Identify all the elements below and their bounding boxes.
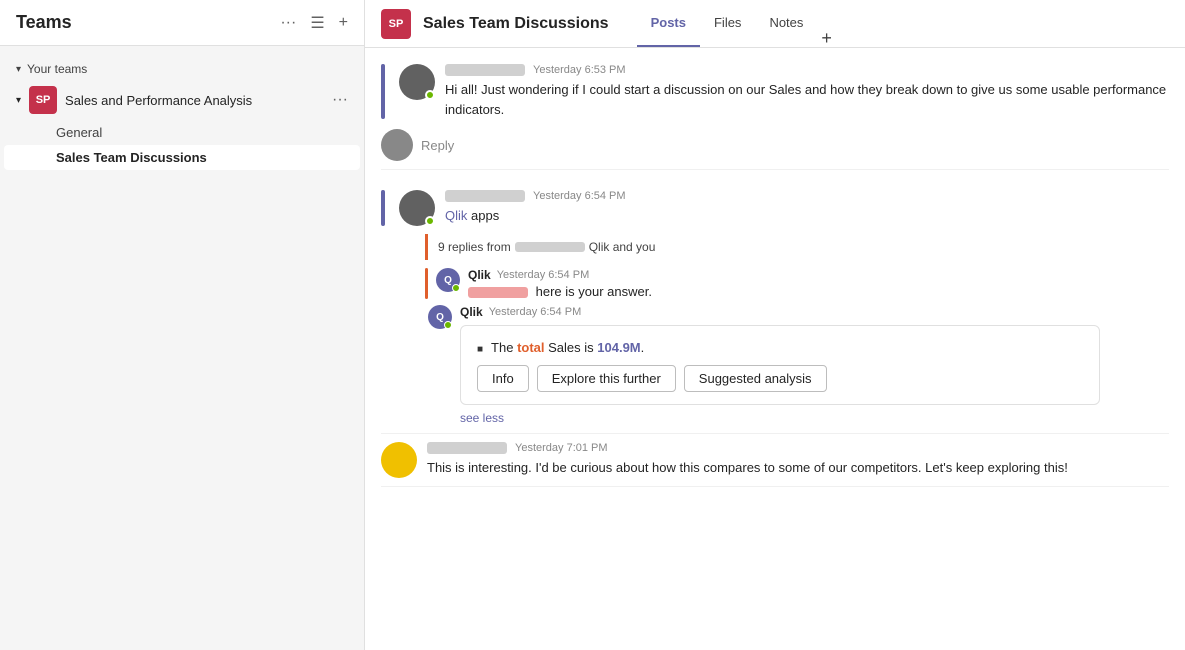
inline-avatar-wrap-1: Q bbox=[436, 268, 460, 292]
avatar-status-2 bbox=[425, 216, 435, 226]
team-avatar-sp: SP bbox=[29, 86, 57, 114]
sidebar-header: Teams ··· ☰ + bbox=[0, 0, 364, 46]
blur-text-1 bbox=[468, 287, 528, 298]
sidebar-header-icons: ··· ☰ + bbox=[280, 13, 348, 33]
message-row-1: Yesterday 6:53 PM Hi all! Just wondering… bbox=[381, 64, 1169, 119]
bottom-avatar bbox=[381, 442, 417, 478]
bottom-time: Yesterday 7:01 PM bbox=[515, 442, 608, 454]
chat-area: Yesterday 6:53 PM Hi all! Just wondering… bbox=[365, 48, 1185, 650]
replies-suffix: Qlik and you bbox=[589, 240, 656, 254]
highlight-total: total bbox=[517, 340, 544, 355]
filter-icon[interactable]: ☰ bbox=[310, 13, 324, 33]
bottom-text: This is interesting. I'd be curious abou… bbox=[427, 458, 1068, 478]
message-body-1: Yesterday 6:53 PM Hi all! Just wondering… bbox=[445, 64, 1169, 119]
channel-name: Sales Team Discussions bbox=[423, 15, 609, 33]
sidebar-content: ▾ Your teams ▾ SP Sales and Performance … bbox=[0, 46, 364, 182]
chevron-down-icon: ▾ bbox=[16, 64, 21, 75]
inline-reply-1: Q Qlik Yesterday 6:54 PM here is your an… bbox=[425, 268, 1169, 299]
your-teams-label[interactable]: ▾ Your teams bbox=[0, 58, 364, 80]
message-text-2: Qlik apps bbox=[445, 206, 1169, 226]
avatar-wrap-1 bbox=[399, 64, 435, 100]
answer-buttons: Info Explore this further Suggested anal… bbox=[477, 365, 1083, 392]
message-text-1: Hi all! Just wondering if I could start … bbox=[445, 80, 1169, 119]
sender-name-2 bbox=[445, 190, 525, 202]
channel-item-sales-team-discussions[interactable]: Sales Team Discussions bbox=[4, 145, 360, 170]
message-meta-1: Yesterday 6:53 PM bbox=[445, 64, 1169, 76]
info-button[interactable]: Info bbox=[477, 365, 529, 392]
highlight-value: 104.9M bbox=[597, 340, 640, 355]
sidebar-title: Teams bbox=[16, 12, 72, 33]
message-row-2: Yesterday 6:54 PM Qlik apps bbox=[381, 190, 1169, 226]
add-icon[interactable]: + bbox=[339, 14, 348, 32]
inline-reply-2: Q Qlik Yesterday 6:54 PM ■ The total Sal… bbox=[425, 305, 1169, 425]
channel-item-general[interactable]: General bbox=[4, 120, 360, 145]
reply-avatar bbox=[381, 129, 413, 161]
see-less-link[interactable]: see less bbox=[460, 411, 1169, 425]
inline-body-2: Qlik Yesterday 6:54 PM ■ The total Sales… bbox=[460, 305, 1169, 425]
replies-count: 9 replies from bbox=[438, 240, 511, 254]
answer-text: The total Sales is 104.9M. bbox=[491, 340, 644, 355]
inline-body-1: Qlik Yesterday 6:54 PM here is your answ… bbox=[468, 268, 1169, 299]
answer-card: ■ The total Sales is 104.9M. Info Explor… bbox=[460, 325, 1100, 405]
team-item-sp[interactable]: ▾ SP Sales and Performance Analysis ··· bbox=[4, 80, 360, 120]
message-group-1: Yesterday 6:53 PM Hi all! Just wondering… bbox=[381, 48, 1169, 170]
chevron-down-icon: ▾ bbox=[16, 95, 21, 106]
tab-notes[interactable]: Notes bbox=[755, 0, 817, 47]
inline-sender-2: Qlik bbox=[460, 305, 483, 319]
ellipsis-icon[interactable]: ··· bbox=[280, 14, 296, 32]
explore-further-button[interactable]: Explore this further bbox=[537, 365, 676, 392]
inline-meta-1: Qlik Yesterday 6:54 PM bbox=[468, 268, 1169, 282]
team-more-icon[interactable]: ··· bbox=[332, 91, 348, 109]
replies-sender-blur bbox=[515, 242, 585, 252]
reply-row-1: Reply bbox=[381, 129, 1169, 161]
message-body-2: Yesterday 6:54 PM Qlik apps bbox=[445, 190, 1169, 226]
inline-sender-1: Qlik bbox=[468, 268, 491, 282]
bottom-message-row: Yesterday 7:01 PM This is interesting. I… bbox=[381, 433, 1169, 478]
topbar: SP Sales Team Discussions Posts Files No… bbox=[365, 0, 1185, 48]
inline-time-1: Yesterday 6:54 PM bbox=[497, 269, 590, 281]
message-meta-2: Yesterday 6:54 PM bbox=[445, 190, 1169, 202]
inline-avatar-wrap-2: Q bbox=[428, 305, 452, 329]
inline-bar-1 bbox=[425, 268, 428, 299]
avatar-wrap-2 bbox=[399, 190, 435, 226]
thread-bar-1 bbox=[381, 64, 385, 119]
suggested-analysis-button[interactable]: Suggested analysis bbox=[684, 365, 827, 392]
channel-avatar: SP bbox=[381, 9, 411, 39]
message-group-2: Yesterday 6:54 PM Qlik apps 9 replies fr… bbox=[381, 174, 1169, 487]
replies-bar: 9 replies from Qlik and you bbox=[425, 234, 1169, 260]
inline-status-1 bbox=[452, 284, 460, 292]
message-time-1: Yesterday 6:53 PM bbox=[533, 64, 626, 76]
bullet-icon: ■ bbox=[477, 344, 483, 355]
thread-bar-2 bbox=[381, 190, 385, 226]
tab-posts[interactable]: Posts bbox=[637, 0, 700, 47]
reply-label[interactable]: Reply bbox=[421, 138, 454, 153]
message-time-2: Yesterday 6:54 PM bbox=[533, 190, 626, 202]
bottom-meta: Yesterday 7:01 PM bbox=[427, 442, 1068, 454]
bottom-sender-blur bbox=[427, 442, 507, 454]
inline-time-2: Yesterday 6:54 PM bbox=[489, 306, 582, 318]
avatar-status-1 bbox=[425, 90, 435, 100]
inline-status-2 bbox=[444, 321, 452, 329]
main-panel: SP Sales Team Discussions Posts Files No… bbox=[365, 0, 1185, 650]
topbar-tabs: Posts Files Notes + bbox=[637, 0, 832, 47]
tab-files[interactable]: Files bbox=[700, 0, 755, 47]
sidebar: Teams ··· ☰ + ▾ Your teams ▾ SP Sales an… bbox=[0, 0, 365, 650]
inline-text-1: here is your answer. bbox=[468, 284, 1169, 299]
add-tab-button[interactable]: + bbox=[821, 29, 832, 47]
qlik-link[interactable]: Qlik bbox=[445, 208, 467, 223]
answer-bullet: ■ The total Sales is 104.9M. bbox=[477, 340, 1083, 355]
inline-meta-2: Qlik Yesterday 6:54 PM bbox=[460, 305, 1169, 319]
sender-name-1 bbox=[445, 64, 525, 76]
team-name-sp: Sales and Performance Analysis bbox=[65, 93, 252, 108]
bottom-body: Yesterday 7:01 PM This is interesting. I… bbox=[427, 442, 1068, 478]
